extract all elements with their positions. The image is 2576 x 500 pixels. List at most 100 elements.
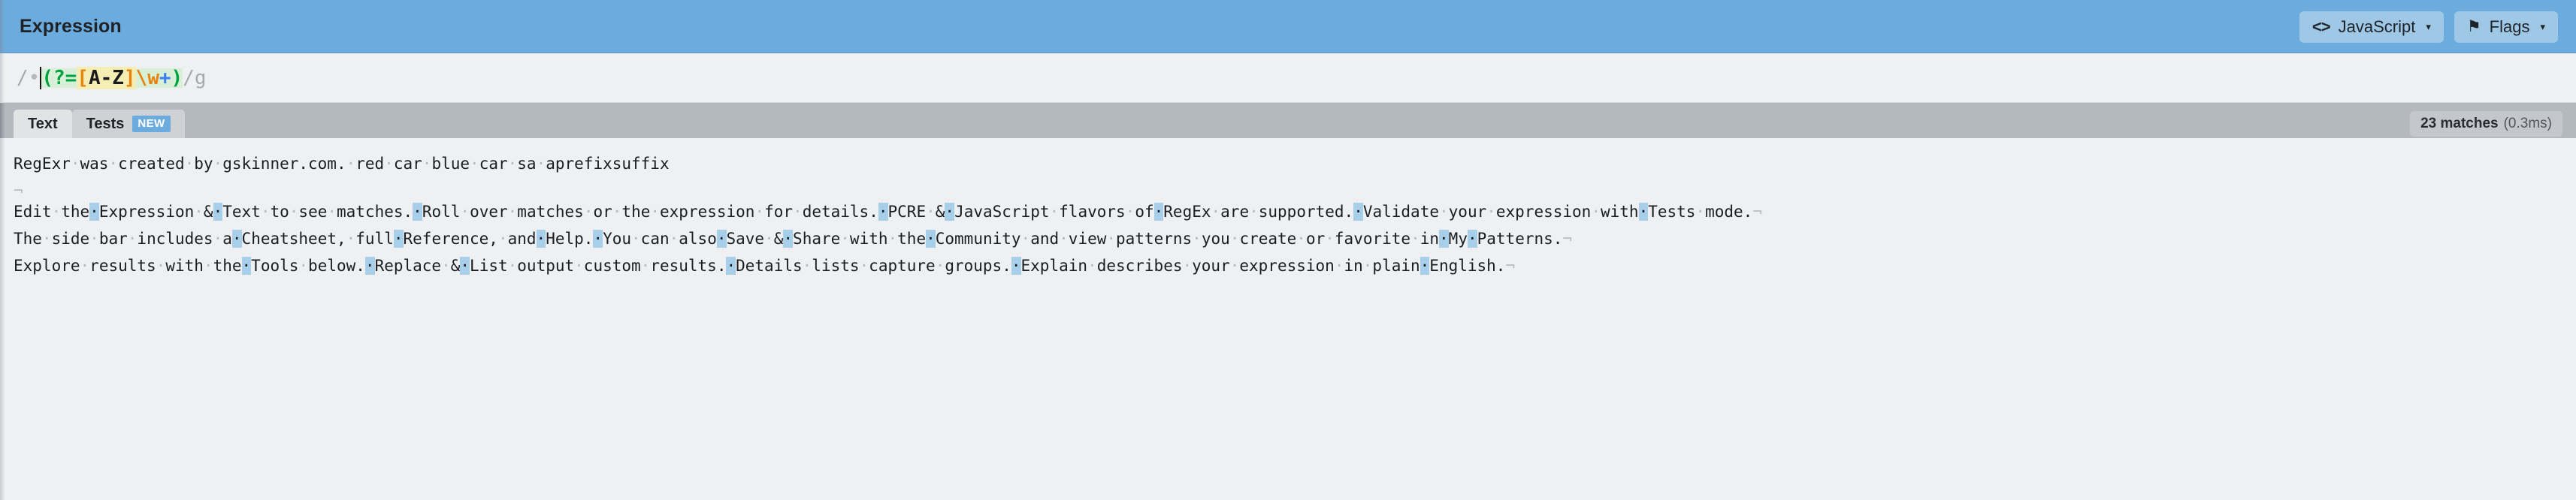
text-token: car [479, 155, 508, 173]
space-marker: · [127, 230, 138, 248]
tab-tests[interactable]: Tests NEW [71, 110, 185, 138]
text-token: Roll [422, 203, 461, 221]
text-token: over [470, 203, 508, 221]
space-marker: · [887, 230, 898, 248]
text-token: view [1068, 230, 1107, 248]
text-token: Help. [546, 230, 594, 248]
match-highlight: · [593, 230, 603, 248]
text-token: full [355, 230, 394, 248]
text-token: expression [1495, 203, 1592, 221]
text-token: patterns [1116, 230, 1193, 248]
space-marker: · [1106, 230, 1117, 248]
expression-input-row[interactable]: / • (?=[A-Z]\w+) / g [0, 53, 2576, 103]
return-marker: ¬ [1752, 203, 1762, 221]
text-token: English. [1429, 257, 1506, 275]
text-token: matches [517, 203, 584, 221]
match-highlight: · [213, 203, 223, 221]
space-marker: · [1486, 203, 1496, 221]
text-token: The [14, 230, 42, 248]
space-marker: · [1125, 203, 1135, 221]
space-marker: · [1249, 203, 1259, 221]
regex-group-open-token: ( [41, 66, 53, 89]
match-highlight: · [878, 203, 888, 221]
text-token: Text [222, 203, 261, 221]
text-token: Explain [1020, 257, 1088, 275]
flag-icon: ⚑ [2466, 18, 2481, 35]
text-token: Replace [374, 257, 442, 275]
text-token: or [1305, 230, 1326, 248]
tab-text[interactable]: Text [14, 110, 72, 138]
match-highlight: · [460, 257, 470, 275]
text-editor[interactable]: RegExr · was · created · by · gskinner.com. · red ·… [0, 153, 2576, 276]
text-token: details. [802, 203, 878, 221]
text-token: favorite [1334, 230, 1411, 248]
header-button-group: <> JavaScript ▾ ⚑ Flags ▾ [2299, 11, 2558, 43]
text-token: a [222, 230, 232, 248]
space-marker: · [1229, 257, 1240, 275]
text-pane[interactable]: RegExr · was · created · by · gskinner.com. · red ·… [0, 138, 2576, 500]
content-tabbar: Text Tests NEW 23 matches (0.3ms) [0, 103, 2576, 138]
chevron-down-icon: ▾ [2426, 20, 2431, 32]
space-marker: · [260, 203, 271, 221]
text-token: Tools [251, 257, 299, 275]
match-highlight: · [536, 230, 546, 248]
space-marker: · [108, 155, 119, 173]
space-marker: · [754, 203, 765, 221]
space-marker: · [1182, 257, 1193, 275]
space-marker: · [184, 155, 195, 173]
space-marker: · [441, 257, 451, 275]
match-highlight: · [1439, 230, 1449, 248]
text-token: your [1448, 203, 1487, 221]
text-token: capture [869, 257, 936, 275]
text-token: groups. [945, 257, 1011, 275]
text-token: plain [1372, 257, 1420, 275]
space-marker: · [1049, 203, 1060, 221]
match-highlight: · [926, 230, 936, 248]
tab-text-label: Text [28, 115, 58, 132]
flags-dropdown-label: Flags [2489, 17, 2530, 36]
space-marker: · [574, 257, 584, 275]
flavor-dropdown-button[interactable]: <> JavaScript ▾ [2299, 11, 2444, 43]
match-highlight: · [783, 230, 794, 248]
tab-tests-label: Tests [86, 115, 125, 132]
space-marker: · [1362, 257, 1373, 275]
match-highlight: · [1011, 257, 1021, 275]
space-marker: · [213, 230, 223, 248]
new-badge: NEW [132, 116, 171, 132]
space-marker: · [926, 203, 936, 221]
text-token: side [51, 230, 90, 248]
text-token: car [393, 155, 422, 173]
match-highlight: · [1353, 203, 1363, 221]
space-marker: · [631, 230, 641, 248]
text-token: flavors [1059, 203, 1126, 221]
expression-header: Expression <> JavaScript ▾ ⚑ Flags ▾ [0, 0, 2576, 53]
space-marker: · [650, 203, 661, 221]
flags-dropdown-button[interactable]: ⚑ Flags ▾ [2454, 11, 2558, 43]
space-marker: · [859, 257, 869, 275]
space-marker: · [802, 257, 812, 275]
space-marker: · [80, 257, 90, 275]
regex-class-close-token: ] [123, 66, 136, 89]
text-token: red [355, 155, 385, 173]
text-token: with [165, 257, 204, 275]
text-token: gskinner.com. [222, 155, 346, 173]
text-token: & [935, 203, 945, 221]
text-token: of [1135, 203, 1154, 221]
text-token: Tests [1648, 203, 1696, 221]
space-marker: · [1695, 203, 1706, 221]
return-marker: ¬ [1562, 230, 1573, 248]
text-token: was [80, 155, 109, 173]
text-token: the [621, 203, 651, 221]
space-marker: · [793, 203, 803, 221]
code-icon: <> [2311, 17, 2331, 36]
match-highlight: · [1638, 203, 1649, 221]
regex-class-body-token: A-Z [88, 66, 124, 89]
regex-group-close-token: ) [171, 66, 183, 89]
space-marker: · [41, 230, 52, 248]
space-marker: · [298, 257, 309, 275]
match-highlight: · [1153, 203, 1164, 221]
text-token: List [470, 257, 508, 275]
expression-input[interactable]: / • (?=[A-Z]\w+) / g [17, 66, 207, 89]
space-marker: · [213, 155, 223, 173]
text-token: below. [308, 257, 365, 275]
